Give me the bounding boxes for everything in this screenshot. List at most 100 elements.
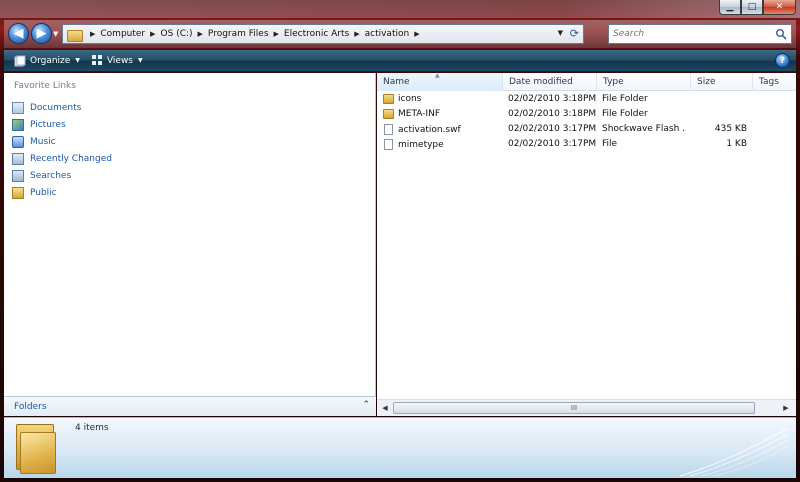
date-modified: 02/02/2010 3:17PM — [508, 139, 597, 149]
search-box[interactable] — [608, 24, 792, 44]
sort-ascending-icon: ▲ — [435, 72, 440, 79]
organize-button[interactable]: Organize ▼ — [8, 52, 86, 70]
chevron-down-icon: ▼ — [138, 57, 143, 64]
minimize-button[interactable]: ▁ — [719, 0, 741, 15]
explorer-window: ▁ □ ✕ ◀ ▶ ▼ ▶ Computer ▶ OS (C:) ▶ Progr… — [0, 0, 800, 482]
horizontal-scrollbar[interactable]: ◀ III ▶ — [377, 399, 796, 416]
decorative-swoosh — [679, 427, 789, 477]
file-size: 435 KB — [714, 124, 747, 134]
recent-pages-dropdown[interactable]: ▼ — [53, 30, 58, 38]
folders-toggle-bar[interactable]: Folders ⌃ — [4, 396, 376, 416]
favorite-link-label: Documents — [30, 102, 82, 113]
breadcrumb-separator-icon[interactable]: ▶ — [150, 30, 155, 38]
item-count: 4 items — [75, 423, 109, 433]
favorite-link-searches[interactable]: Searches — [12, 167, 112, 184]
close-button[interactable]: ✕ — [763, 0, 796, 15]
date-modified: 02/02/2010 3:18PM — [508, 94, 597, 104]
folder-icon — [383, 94, 394, 104]
favorite-link-documents[interactable]: Documents — [12, 99, 112, 116]
maximize-button[interactable]: □ — [741, 0, 763, 15]
forward-button[interactable]: ▶ — [31, 23, 52, 44]
address-dropdown-icon[interactable]: ▼ — [558, 29, 563, 37]
file-row[interactable]: activation.swf 02/02/2010 3:17PM Shockwa… — [377, 123, 796, 138]
command-toolbar: Organize ▼ Views ▼ ? — [4, 50, 796, 72]
details-pane: 4 items — [4, 417, 796, 478]
scroll-right-icon[interactable]: ▶ — [780, 402, 792, 414]
file-row[interactable]: META-INF 02/02/2010 3:18PM File Folder — [377, 108, 796, 123]
column-header-label: Tags — [759, 77, 779, 87]
column-header-date-modified[interactable]: Date modified — [503, 73, 597, 91]
help-icon[interactable]: ? — [775, 53, 790, 68]
breadcrumb-computer[interactable]: Computer — [100, 29, 145, 39]
file-type: File Folder — [602, 109, 648, 119]
favorite-link-music[interactable]: Music — [12, 133, 112, 150]
file-type: File Folder — [602, 94, 648, 104]
folder-icon — [14, 422, 58, 474]
breadcrumb-separator-icon[interactable]: ▶ — [90, 30, 95, 38]
column-header-type[interactable]: Type — [597, 73, 691, 91]
navigation-pane: Favorite Links Documents Pictures Music … — [4, 73, 376, 416]
search-icon[interactable] — [775, 28, 787, 40]
column-headers: ▲ Name Date modified Type Size Tags — [377, 72, 796, 91]
scrollbar-thumb[interactable]: III — [393, 402, 755, 414]
file-list-pane: ▲ Name Date modified Type Size Tags icon… — [377, 72, 796, 416]
breadcrumb-separator-icon[interactable]: ▶ — [414, 30, 419, 38]
breadcrumb-electronic-arts[interactable]: Electronic Arts — [284, 29, 349, 39]
address-bar[interactable]: ▶ Computer ▶ OS (C:) ▶ Program Files ▶ E… — [62, 24, 584, 44]
date-modified: 02/02/2010 3:18PM — [508, 109, 597, 119]
date-modified: 02/02/2010 3:17PM — [508, 124, 597, 134]
favorite-link-public[interactable]: Public — [12, 184, 112, 201]
searches-icon — [12, 169, 24, 182]
favorite-link-recently-changed[interactable]: Recently Changed — [12, 150, 112, 167]
folder-icon — [67, 28, 83, 42]
column-header-label: Size — [697, 77, 716, 87]
back-button[interactable]: ◀ — [8, 23, 29, 44]
file-name-cell: activation.swf — [383, 124, 503, 135]
file-name-cell: mimetype — [383, 139, 503, 150]
favorite-link-label: Searches — [30, 170, 72, 181]
breadcrumb-program-files[interactable]: Program Files — [208, 29, 269, 39]
favorite-link-label: Public — [30, 187, 57, 198]
breadcrumb-activation[interactable]: activation — [365, 29, 410, 39]
views-icon — [91, 55, 102, 65]
breadcrumb-separator-icon[interactable]: ▶ — [198, 30, 203, 38]
documents-icon — [12, 101, 24, 114]
views-button[interactable]: Views ▼ — [86, 52, 149, 70]
back-arrow-icon: ◀ — [13, 26, 24, 41]
public-folder-icon — [12, 186, 24, 199]
column-header-label: Date modified — [509, 77, 573, 87]
folders-label: Folders — [14, 401, 47, 412]
title-bar — [0, 0, 800, 18]
file-name-cell: META-INF — [383, 109, 503, 119]
file-icon — [384, 139, 393, 150]
column-header-tags[interactable]: Tags — [753, 73, 796, 91]
file-list: icons 02/02/2010 3:18PM File Folder META… — [377, 93, 796, 153]
breadcrumb-separator-icon[interactable]: ▶ — [274, 30, 279, 38]
navigation-bar: ◀ ▶ ▼ ▶ Computer ▶ OS (C:) ▶ Program Fil… — [4, 20, 796, 48]
chevron-down-icon: ▼ — [75, 57, 80, 64]
file-name-cell: icons — [383, 94, 503, 104]
file-row[interactable]: mimetype 02/02/2010 3:17PM File 1 KB — [377, 138, 796, 153]
scroll-left-icon[interactable]: ◀ — [379, 402, 391, 414]
file-name: icons — [398, 94, 422, 104]
column-header-label: Name — [383, 77, 410, 87]
favorite-links-heading: Favorite Links — [14, 81, 76, 91]
views-label: Views — [106, 55, 133, 66]
favorite-links-list: Documents Pictures Music Recently Change… — [12, 99, 112, 201]
favorite-link-label: Recently Changed — [30, 153, 112, 164]
search-input[interactable] — [609, 29, 769, 39]
column-header-name[interactable]: ▲ Name — [377, 72, 503, 91]
scroll-grip: III — [570, 404, 578, 412]
column-header-size[interactable]: Size — [691, 73, 753, 91]
chevron-up-icon[interactable]: ⌃ — [362, 400, 370, 410]
recently-changed-icon — [12, 152, 24, 165]
file-name: META-INF — [398, 109, 441, 119]
file-type: File — [602, 139, 618, 149]
favorite-link-pictures[interactable]: Pictures — [12, 116, 112, 133]
breadcrumb-separator-icon[interactable]: ▶ — [354, 30, 359, 38]
favorite-link-label: Pictures — [30, 119, 66, 130]
file-name: mimetype — [398, 139, 444, 150]
breadcrumb-os-drive[interactable]: OS (C:) — [161, 29, 193, 39]
refresh-icon[interactable]: ⟳ — [570, 27, 579, 40]
file-row[interactable]: icons 02/02/2010 3:18PM File Folder — [377, 93, 796, 108]
